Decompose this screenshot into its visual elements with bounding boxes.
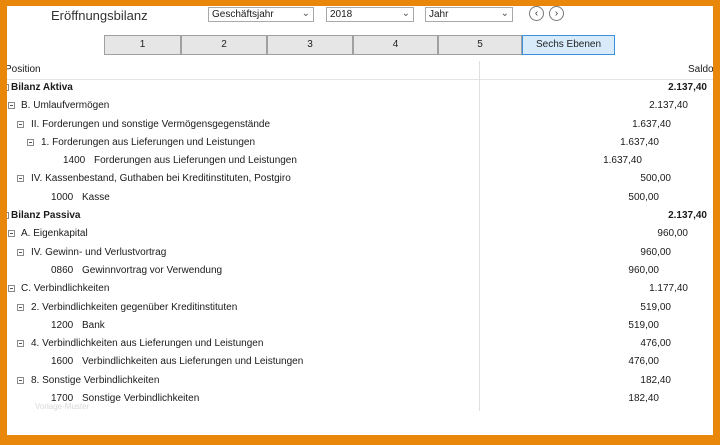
row-label: B. Umlaufvermögen	[21, 100, 110, 112]
row-amount: 1.637,40	[632, 118, 671, 130]
level-2-button[interactable]: 2	[181, 35, 267, 55]
level-5-button[interactable]: 5	[438, 35, 522, 55]
collapse-toggle-icon[interactable]	[17, 340, 24, 348]
row-label: IV. Gewinn- und Verlustvortrag	[31, 246, 167, 258]
row-amount: 476,00	[628, 356, 659, 368]
grid-header: Position Saldo	[7, 61, 713, 80]
row-amount: 519,00	[640, 301, 671, 313]
table-row[interactable]: 2. Verbindlichkeiten gegenüber Kreditins…	[7, 299, 713, 317]
column-header-saldo[interactable]: Saldo	[688, 64, 713, 75]
account-number: 1400	[63, 155, 86, 167]
row-amount: 960,00	[640, 246, 671, 258]
row-amount: 476,00	[640, 338, 671, 350]
collapse-toggle-icon[interactable]	[17, 120, 24, 128]
row-label: A. Eigenkapital	[21, 228, 88, 240]
row-label: Sonstige Verbindlichkeiten	[82, 393, 200, 405]
row-label: Bilanz Passiva	[11, 210, 81, 222]
row-amount: 500,00	[628, 191, 659, 203]
table-row[interactable]: 1700 Sonstige Verbindlichkeiten 182,40	[7, 390, 713, 408]
table-row[interactable]: A. Eigenkapital 960,00	[7, 225, 713, 243]
row-label: 4. Verbindlichkeiten aus Lieferungen und…	[31, 338, 264, 350]
table-row[interactable]: 1600 Verbindlichkeiten aus Lieferungen un…	[7, 353, 713, 371]
year-select[interactable]: 2018 ⌄	[326, 7, 414, 22]
level-4-button[interactable]: 4	[353, 35, 438, 55]
table-row[interactable]: 1. Forderungen aus Lieferungen und Leist…	[7, 134, 713, 152]
table-row[interactable]: Bilanz Passiva 2.137,40	[7, 207, 713, 225]
period-type-value: Geschäftsjahr	[212, 9, 274, 20]
period-type-select[interactable]: Geschäftsjahr ⌄	[208, 7, 314, 22]
level-3-button[interactable]: 3	[267, 35, 353, 55]
row-amount: 2.137,40	[668, 82, 707, 93]
row-amount: 519,00	[628, 319, 659, 331]
collapse-toggle-icon[interactable]	[7, 212, 9, 220]
row-amount: 960,00	[657, 228, 688, 240]
table-row[interactable]: 1000 Kasse 500,00	[7, 189, 713, 207]
row-label: C. Verbindlichkeiten	[21, 283, 110, 295]
row-label: 2. Verbindlichkeiten gegenüber Kreditins…	[31, 301, 238, 313]
row-amount: 182,40	[640, 374, 671, 386]
row-label: Bank	[82, 319, 105, 331]
table-row[interactable]: IV. Kassenbestand, Guthaben bei Kreditin…	[7, 170, 713, 188]
table-row[interactable]: 0860 Gewinnvortrag vor Verwendung 960,00	[7, 262, 713, 280]
row-label: IV. Kassenbestand, Guthaben bei Kreditin…	[31, 173, 291, 185]
level-1-button[interactable]: 1	[104, 35, 181, 55]
balance-rows: Bilanz Aktiva 2.137,40 B. Umlaufvermögen 2.…	[7, 79, 713, 408]
range-select[interactable]: Jahr ⌄	[425, 7, 513, 22]
next-period-button[interactable]: ›	[549, 6, 564, 21]
collapse-toggle-icon[interactable]	[8, 230, 15, 238]
range-value: Jahr	[429, 9, 449, 20]
row-label: II. Forderungen und sonstige Vermögensge…	[31, 118, 271, 130]
table-row[interactable]: 1400 Forderungen aus Lieferungen und Leis…	[7, 152, 713, 170]
row-label: Kasse	[82, 191, 110, 203]
row-amount: 182,40	[628, 393, 659, 405]
table-row[interactable]: C. Verbindlichkeiten 1.177,40	[7, 280, 713, 298]
column-header-position[interactable]: Position	[7, 64, 41, 75]
row-label: Verbindlichkeiten aus Lieferungen und Le…	[82, 356, 304, 368]
row-amount: 2.137,40	[668, 210, 707, 222]
chevron-down-icon: ⌄	[401, 8, 410, 19]
row-amount: 1.637,40	[620, 136, 659, 148]
chevron-left-icon: ‹	[534, 8, 539, 19]
table-row[interactable]: B. Umlaufvermögen 2.137,40	[7, 97, 713, 115]
row-amount: 2.137,40	[649, 100, 688, 112]
account-number: 1600	[51, 356, 74, 368]
collapse-toggle-icon[interactable]	[17, 175, 24, 183]
row-label: 8. Sonstige Verbindlichkeiten	[31, 374, 160, 386]
row-amount: 500,00	[640, 173, 671, 185]
page-title: Eröffnungsbilanz	[51, 8, 148, 23]
collapse-toggle-icon[interactable]	[17, 303, 24, 311]
chevron-down-icon: ⌄	[301, 8, 310, 19]
chevron-down-icon: ⌄	[500, 8, 509, 19]
collapse-toggle-icon[interactable]	[17, 248, 24, 256]
table-row[interactable]: 1200 Bank 519,00	[7, 317, 713, 335]
row-amount: 1.177,40	[649, 283, 688, 295]
table-row[interactable]: 8. Sonstige Verbindlichkeiten 182,40	[7, 372, 713, 390]
table-row[interactable]: IV. Gewinn- und Verlustvortrag 960,00	[7, 244, 713, 262]
row-label: Forderungen aus Lieferungen und Leistung…	[94, 155, 297, 167]
row-label: 1. Forderungen aus Lieferungen und Leist…	[41, 136, 256, 148]
row-amount: 1.637,40	[603, 155, 642, 167]
collapse-toggle-icon[interactable]	[7, 84, 9, 91]
watermark: Vorlage-Muster	[35, 402, 90, 411]
year-value: 2018	[330, 9, 353, 20]
previous-period-button[interactable]: ‹	[529, 6, 544, 21]
chevron-right-icon: ›	[554, 8, 559, 19]
collapse-toggle-icon[interactable]	[8, 285, 15, 293]
table-row[interactable]: II. Forderungen und sonstige Vermögensge…	[7, 116, 713, 134]
collapse-toggle-icon[interactable]	[8, 102, 15, 110]
balance-view: Eröffnungsbilanz Geschäftsjahr ⌄ 2018 ⌄ …	[7, 6, 713, 435]
account-number: 0860	[51, 264, 74, 276]
row-amount: 960,00	[628, 264, 659, 276]
table-row[interactable]: Bilanz Aktiva 2.137,40	[7, 79, 713, 97]
table-row[interactable]: 4. Verbindlichkeiten aus Lieferungen und…	[7, 335, 713, 353]
collapse-toggle-icon[interactable]	[17, 376, 24, 384]
collapse-toggle-icon[interactable]	[27, 138, 34, 146]
level-6-button[interactable]: Sechs Ebenen	[522, 35, 615, 55]
row-label: Bilanz Aktiva	[11, 82, 73, 93]
row-label: Gewinnvortrag vor Verwendung	[82, 264, 223, 276]
account-number: 1200	[51, 319, 74, 331]
window-frame: Eröffnungsbilanz Geschäftsjahr ⌄ 2018 ⌄ …	[0, 0, 720, 445]
account-number: 1000	[51, 191, 74, 203]
